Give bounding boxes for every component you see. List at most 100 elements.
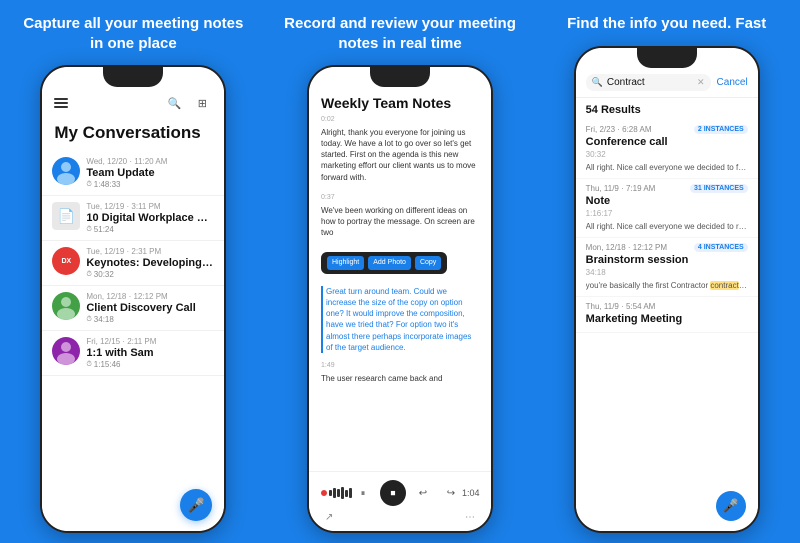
result-duration: 30:32 (586, 150, 748, 159)
search-icon: 🔍 (592, 77, 603, 88)
mic-button[interactable]: 🎤 (716, 491, 746, 521)
screen1-header: 🔍 ⊞ (42, 87, 224, 117)
highlight-toolbar: Highlight Add Photo Copy (321, 252, 447, 274)
result-item[interactable]: Mon, 12/18 · 12:12 PM 4 INSTANCES Brains… (576, 238, 758, 297)
conv-name: Client Discovery Call (86, 302, 214, 314)
pause-button[interactable]: ⏸ (352, 482, 374, 504)
result-date: Thu, 11/9 · 5:54 AM (586, 302, 656, 311)
result-duration: 34:18 (586, 268, 748, 277)
conv-content: Fri, 12/15 · 2:11 PM 1:1 with Sam ⏱ 1:15… (86, 337, 214, 369)
notch-1 (103, 67, 163, 87)
result-badge: 31 INSTANCES (690, 184, 748, 193)
result-snippet: you're basically the first Contractor co… (586, 280, 748, 291)
paragraph-3: The user research came back and (321, 373, 479, 384)
result-meta: Fri, 2/23 · 6:28 AM 2 INSTANCES (586, 125, 748, 134)
conv-date: Tue, 12/19 · 2:31 PM (86, 247, 214, 256)
screen-3: 🔍 Contract ✕ Cancel 54 Results Fri, 2/23… (576, 48, 758, 532)
controls-row: ⏸ ⏹ ↩ ↪ 1:04 (321, 480, 479, 506)
conv-date: Mon, 12/18 · 12:12 PM (86, 292, 214, 301)
list-item[interactable]: DX Tue, 12/19 · 2:31 PM Keynotes: Develo… (42, 241, 224, 286)
conv-content: Tue, 12/19 · 2:31 PM Keynotes: Developin… (86, 247, 214, 279)
result-duration: 1:16:17 (586, 209, 748, 218)
conv-date: Fri, 12/15 · 2:11 PM (86, 337, 214, 346)
list-item[interactable]: Mon, 12/18 · 12:12 PM Client Discovery C… (42, 286, 224, 331)
conv-date: Wed, 12/20 · 11:20 AM (86, 157, 214, 166)
wave-bars (329, 487, 352, 499)
paragraph-2: We've been working on different ideas on… (321, 205, 479, 239)
avatar (52, 337, 80, 365)
timestamp-2: 0:37 (321, 193, 479, 203)
conv-duration: ⏱ 51:24 (86, 225, 214, 234)
result-title: Note (586, 195, 748, 207)
panel-3: Find the info you need. Fast 🔍 Contract … (533, 0, 800, 543)
result-date: Mon, 12/18 · 12:12 PM (586, 243, 667, 252)
wave-bar (329, 490, 332, 496)
paragraph-1: Alright, thank you everyone for joining … (321, 127, 479, 183)
clock-icon: ⏱ (86, 226, 91, 234)
avatar: DX (52, 247, 80, 275)
screen-1: 🔍 ⊞ My Conversations Wed, 12/20 · 11:20 … (42, 67, 224, 531)
playback-controls: ⏸ ⏹ ↩ ↪ 1:04 ↗ ⋯ (309, 471, 491, 531)
rewind-button[interactable]: ↩ (412, 482, 434, 504)
timer: 1:04 (462, 488, 480, 498)
result-item[interactable]: Fri, 2/23 · 6:28 AM 2 INSTANCES Conferen… (576, 120, 758, 179)
result-title: Marketing Meeting (586, 313, 748, 325)
conv-content: Wed, 12/20 · 11:20 AM Team Update ⏱ 1:48… (86, 157, 214, 189)
selected-text: Great turn around team. Could we increas… (321, 286, 479, 353)
search-bar: 🔍 Contract ✕ Cancel (576, 68, 758, 98)
conv-duration: ⏱ 1:48:33 (86, 180, 214, 189)
avatar-doc: 📄 (52, 202, 80, 230)
conv-duration: ⏱ 1:15:46 (86, 360, 214, 369)
search-input-container[interactable]: 🔍 Contract ✕ (586, 74, 711, 91)
clear-icon[interactable]: ✕ (697, 77, 705, 88)
share-icon[interactable]: ↗ (325, 512, 333, 523)
phone-2: Weekly Team Notes 0:02 Alright, thank yo… (307, 65, 493, 533)
results-header: 54 Results (576, 98, 758, 120)
panel-2-title: Record and review your meeting notes in … (275, 14, 526, 53)
stop-button[interactable]: ⏹ (380, 480, 406, 506)
result-title: Conference call (586, 136, 748, 148)
add-icon[interactable]: ⊞ (192, 93, 212, 113)
phone-1: 🔍 ⊞ My Conversations Wed, 12/20 · 11:20 … (40, 65, 226, 533)
hamburger-icon[interactable] (54, 98, 68, 108)
copy-button[interactable]: Copy (415, 256, 441, 270)
search-icon[interactable]: 🔍 (164, 93, 184, 113)
result-item[interactable]: Thu, 11/9 · 7:19 AM 31 INSTANCES Note 1:… (576, 179, 758, 238)
panel-1: Capture all your meeting notes in one pl… (0, 0, 267, 543)
cancel-button[interactable]: Cancel (717, 77, 748, 88)
clock-icon: ⏱ (86, 316, 91, 324)
conv-content: Tue, 12/19 · 3:11 PM 10 Digital Workplac… (86, 202, 214, 234)
result-badge: 2 INSTANCES (694, 125, 748, 134)
add-photo-button[interactable]: Add Photo (368, 256, 411, 270)
result-date: Fri, 2/23 · 6:28 AM (586, 125, 652, 134)
conv-name: 10 Digital Workplace predi... (86, 212, 214, 224)
options-icon[interactable]: ⋯ (465, 512, 475, 523)
result-date: Thu, 11/9 · 7:19 AM (586, 184, 656, 193)
result-snippet: All right. Nice call everyone we decided… (586, 162, 748, 173)
clock-icon: ⏱ (86, 361, 91, 369)
result-meta: Thu, 11/9 · 5:54 AM (586, 302, 748, 311)
conv-content: Mon, 12/18 · 12:12 PM Client Discovery C… (86, 292, 214, 324)
panel-2: Record and review your meeting notes in … (267, 0, 534, 543)
list-item[interactable]: Fri, 12/15 · 2:11 PM 1:1 with Sam ⏱ 1:15… (42, 331, 224, 376)
list-item[interactable]: 📄 Tue, 12/19 · 3:11 PM 10 Digital Workpl… (42, 196, 224, 241)
panel-3-title: Find the info you need. Fast (559, 14, 774, 34)
screen-2: Weekly Team Notes 0:02 Alright, thank yo… (309, 67, 491, 531)
wave-bar (345, 490, 348, 497)
notch-2 (370, 67, 430, 87)
wave-bar (333, 488, 336, 498)
conv-name: Team Update (86, 167, 214, 179)
result-item[interactable]: Thu, 11/9 · 5:54 AM Marketing Meeting (576, 297, 758, 333)
conv-name: Keynotes: Developing a Cu... (86, 257, 214, 269)
conv-name: 1:1 with Sam (86, 347, 214, 359)
highlight-span: contract (710, 281, 738, 290)
play-stop-controls: ⏸ ⏹ ↩ ↪ (352, 480, 462, 506)
result-snippet: All right. Nice call everyone we decided… (586, 221, 748, 232)
avatar (52, 292, 80, 320)
list-item[interactable]: Wed, 12/20 · 11:20 AM Team Update ⏱ 1:48… (42, 151, 224, 196)
timestamp-1: 0:02 (321, 115, 479, 125)
conv-date: Tue, 12/19 · 3:11 PM (86, 202, 214, 211)
highlight-button[interactable]: Highlight (327, 256, 364, 270)
forward-button[interactable]: ↪ (440, 482, 462, 504)
clock-icon: ⏱ (86, 181, 91, 189)
